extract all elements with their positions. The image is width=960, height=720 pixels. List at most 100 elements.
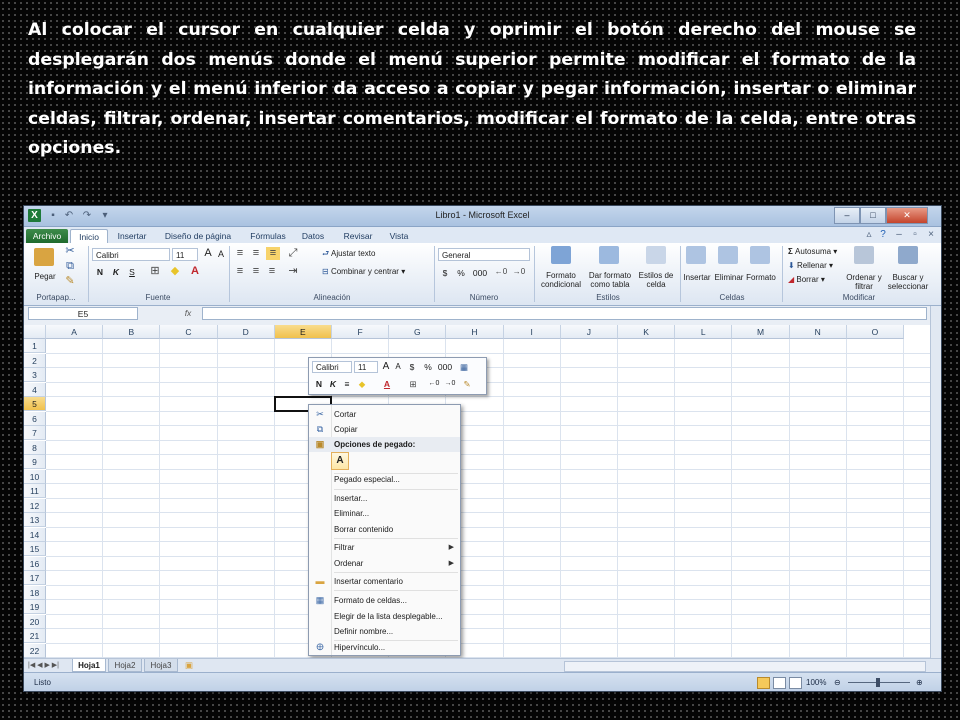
row-header-9[interactable]: 9	[24, 455, 46, 469]
close-button[interactable]: ✕	[886, 207, 928, 224]
menu-item-definir-nombre[interactable]: Definir nombre...	[309, 624, 460, 639]
column-header-c[interactable]: C	[160, 325, 218, 339]
increase-decimal-icon[interactable]: ←0	[494, 265, 508, 278]
column-header-g[interactable]: G	[389, 325, 447, 339]
menu-item-filtrar[interactable]: Filtrar ▶	[309, 540, 460, 555]
align-left-icon[interactable]: ≡	[234, 265, 246, 278]
column-header-o[interactable]: O	[846, 325, 904, 339]
help-icon[interactable]: ?	[876, 228, 890, 241]
row-header-14[interactable]: 14	[24, 527, 46, 542]
formula-input[interactable]	[202, 307, 927, 320]
row-header-12[interactable]: 12	[24, 498, 46, 513]
mini-borders-icon[interactable]: ⊞	[407, 378, 419, 390]
underline-button[interactable]: S	[126, 266, 138, 278]
row-header-6[interactable]: 6	[24, 411, 46, 426]
doc-restore-icon[interactable]: ▫	[908, 228, 922, 241]
decrease-decimal-icon[interactable]: →0	[512, 265, 526, 278]
select-all-corner[interactable]	[24, 325, 46, 339]
doc-close-icon[interactable]: ×	[924, 228, 938, 241]
cell-styles-icon[interactable]	[646, 246, 666, 264]
insert-sheet-icon[interactable]: ▣	[182, 659, 196, 671]
horizontal-scrollbar[interactable]	[564, 661, 926, 672]
row-header-2[interactable]: 2	[24, 353, 46, 368]
delete-cells-icon[interactable]	[718, 246, 738, 264]
column-header-h[interactable]: H	[446, 325, 504, 339]
copy-icon[interactable]: ⧉	[64, 260, 76, 273]
tab-vista[interactable]: Vista	[384, 229, 414, 243]
doc-minimize-icon[interactable]: –	[892, 228, 906, 241]
paste-icon[interactable]	[34, 248, 54, 266]
column-header-f[interactable]: F	[332, 325, 390, 339]
zoom-level[interactable]: 100%	[806, 673, 826, 691]
format-cells-button[interactable]: Formato	[744, 273, 778, 282]
fill-color-icon[interactable]: ◆	[168, 265, 182, 278]
mini-thousands-button[interactable]: 000	[437, 361, 453, 373]
mini-grow-font-icon[interactable]: A	[381, 361, 391, 373]
borders-icon[interactable]: ⊞	[148, 265, 162, 278]
tab-formulas[interactable]: Fórmulas	[246, 229, 290, 243]
mini-fill-color-icon[interactable]: ◆	[356, 378, 368, 390]
row-header-5[interactable]: 5	[24, 397, 46, 411]
column-header-e[interactable]: E	[274, 325, 332, 339]
align-top-icon[interactable]: ≡	[234, 247, 246, 260]
row-header-20[interactable]: 20	[24, 614, 46, 629]
sheet-nav-arrows-icon[interactable]: |◀ ◀ ▶ ▶|	[28, 660, 68, 672]
currency-button[interactable]: $	[440, 267, 450, 279]
italic-button[interactable]: K	[110, 266, 122, 278]
menu-item-insertar[interactable]: Insertar...	[309, 491, 460, 506]
column-header-d[interactable]: D	[217, 325, 275, 339]
menu-item-hipervinculo[interactable]: 🜨 Hipervínculo...	[309, 640, 460, 655]
percent-button[interactable]: %	[456, 267, 466, 279]
sheet-tab-hoja1[interactable]: Hoja1	[72, 659, 106, 672]
conditional-format-button[interactable]: Formato condicional	[536, 271, 586, 289]
row-header-19[interactable]: 19	[24, 600, 46, 614]
find-select-button[interactable]: Buscar y seleccionar	[884, 273, 932, 291]
thousands-button[interactable]: 000	[472, 267, 488, 279]
format-table-button[interactable]: Dar formato como tabla	[587, 271, 633, 289]
insert-cells-icon[interactable]	[686, 246, 706, 264]
tab-diseno-pagina[interactable]: Diseño de página	[160, 229, 236, 243]
tab-archivo[interactable]: Archivo	[26, 229, 68, 243]
row-header-8[interactable]: 8	[24, 440, 46, 455]
minimize-button[interactable]: –	[834, 207, 860, 224]
column-header-k[interactable]: K	[618, 325, 676, 339]
paste-button[interactable]: Pegar	[30, 272, 60, 281]
mini-format-painter-brush-icon[interactable]: ✎	[461, 378, 473, 390]
menu-item-eliminar[interactable]: Eliminar...	[309, 506, 460, 521]
restore-button[interactable]: □	[860, 207, 886, 224]
name-box[interactable]: E5	[28, 307, 138, 320]
conditional-format-icon[interactable]	[551, 246, 571, 264]
column-header-a[interactable]: A	[46, 325, 104, 339]
column-header-m[interactable]: M	[732, 325, 790, 339]
sort-filter-button[interactable]: Ordenar y filtrar	[842, 273, 886, 291]
bold-button[interactable]: N	[94, 266, 106, 278]
cut-icon[interactable]: ✂	[64, 245, 76, 258]
mini-font-name[interactable]: Calibri	[312, 361, 352, 373]
row-header-15[interactable]: 15	[24, 542, 46, 556]
row-header-21[interactable]: 21	[24, 629, 46, 643]
font-size-select[interactable]: 11	[172, 248, 198, 261]
format-table-icon[interactable]	[599, 246, 619, 264]
mini-font-color-button[interactable]: A	[382, 378, 392, 390]
sheet-tab-hoja3[interactable]: Hoja3	[144, 659, 178, 672]
autosum-button[interactable]: Σ Autosuma ▾	[788, 247, 848, 256]
align-middle-icon[interactable]: ≡	[250, 247, 262, 260]
zoom-in-icon[interactable]: ⊕	[916, 673, 923, 691]
insert-cells-button[interactable]: Insertar	[680, 273, 714, 282]
mini-center-icon[interactable]: ≡	[342, 378, 352, 390]
menu-item-formato-celdas[interactable]: ▦ Formato de celdas...	[309, 593, 460, 608]
mini-format-painter-icon[interactable]: ▦	[457, 361, 471, 373]
menu-item-cortar[interactable]: ✂ Cortar	[309, 407, 460, 422]
row-header-10[interactable]: 10	[24, 469, 46, 484]
column-header-j[interactable]: J	[560, 325, 618, 339]
wrap-text-button[interactable]: ⮐ Ajustar texto	[322, 249, 412, 258]
row-header-4[interactable]: 4	[24, 382, 46, 397]
insert-function-icon[interactable]: fx	[178, 307, 198, 319]
grow-font-icon[interactable]: A	[202, 247, 214, 260]
merge-center-button[interactable]: ⊟ Combinar y centrar ▾	[322, 267, 432, 276]
delete-cells-button[interactable]: Eliminar	[712, 273, 746, 282]
mini-currency-button[interactable]: $	[407, 361, 417, 373]
paste-option-keep-source[interactable]: A	[331, 452, 349, 470]
minimize-ribbon-icon[interactable]: ▵	[862, 228, 876, 241]
shrink-font-icon[interactable]: A	[216, 248, 226, 261]
